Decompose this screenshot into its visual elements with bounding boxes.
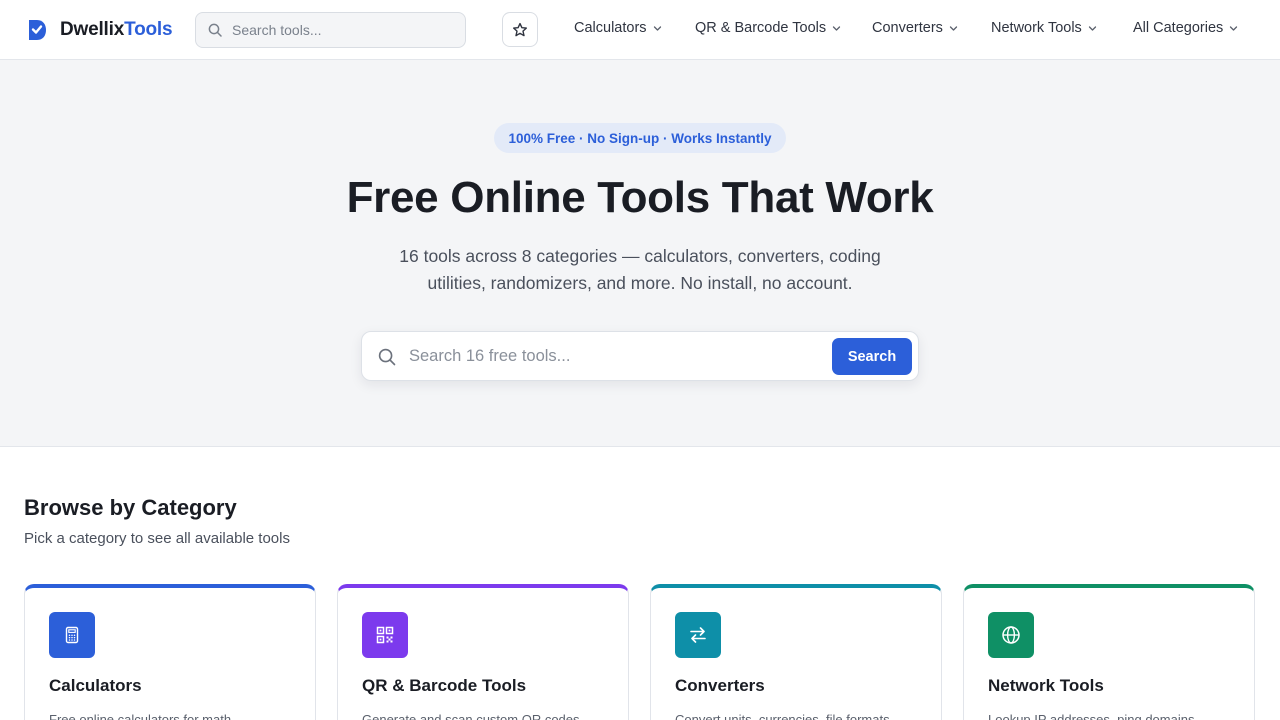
search-icon bbox=[378, 348, 396, 366]
logo-icon bbox=[29, 20, 46, 40]
nav-label: Converters bbox=[872, 20, 943, 36]
category-card-calculators[interactable]: Calculators Free online calculators for … bbox=[24, 584, 316, 720]
nav-qr-barcode-tools[interactable]: QR & Barcode Tools bbox=[695, 18, 841, 38]
logo[interactable]: DwellixTools bbox=[26, 16, 173, 44]
globe-icon bbox=[988, 612, 1034, 658]
star-icon bbox=[513, 22, 527, 36]
card-description: Free online calculators for math, bbox=[49, 712, 235, 720]
card-title: Network Tools bbox=[988, 676, 1104, 695]
card-description: Convert units, currencies, file formats bbox=[675, 712, 890, 720]
header-search-input[interactable] bbox=[232, 13, 457, 47]
nav-label: Calculators bbox=[574, 20, 647, 36]
hero-section: 100% Free · No Sign-up · Works Instantly… bbox=[0, 60, 1280, 447]
search-button[interactable]: Search bbox=[832, 338, 912, 375]
nav-label: Network Tools bbox=[991, 20, 1082, 36]
chevron-down-icon bbox=[1230, 25, 1238, 31]
card-description: Generate and scan custom QR codes bbox=[362, 712, 580, 720]
arrows-swap-icon bbox=[675, 612, 721, 658]
nav-converters[interactable]: Converters bbox=[872, 18, 958, 38]
card-description: Lookup IP addresses, ping domains bbox=[988, 712, 1195, 720]
nav-network-tools[interactable]: Network Tools bbox=[991, 18, 1097, 38]
section-title: Browse by Category bbox=[24, 495, 237, 520]
chevron-down-icon bbox=[949, 25, 958, 31]
site-header: DwellixTools Calculators QR & Barcode To… bbox=[0, 0, 1280, 60]
hero-subtitle: 16 tools across 8 categories — calculato… bbox=[399, 246, 881, 293]
logo-text-primary: Dwellix bbox=[60, 19, 125, 40]
card-title: Converters bbox=[675, 676, 765, 695]
chevron-down-icon bbox=[653, 25, 661, 31]
section-subtitle: Pick a category to see all available too… bbox=[24, 530, 290, 547]
nav-label: QR & Barcode Tools bbox=[695, 20, 827, 36]
hero-title: Free Online Tools That Work bbox=[346, 173, 934, 222]
qr-code-icon bbox=[362, 612, 408, 658]
chevron-down-icon bbox=[832, 25, 841, 31]
card-title: QR & Barcode Tools bbox=[362, 676, 527, 695]
category-card-qr-barcode[interactable]: QR & Barcode Tools Generate and scan cus… bbox=[337, 584, 629, 720]
category-card-converters[interactable]: Converters Convert units, currencies, fi… bbox=[650, 584, 942, 720]
nav-calculators[interactable]: Calculators bbox=[574, 18, 662, 38]
favorites-button[interactable] bbox=[502, 12, 538, 47]
nav-all-categories[interactable]: All Categories bbox=[1133, 18, 1238, 38]
calculator-icon bbox=[49, 612, 95, 658]
hero-search-input[interactable] bbox=[409, 332, 779, 380]
search-icon bbox=[208, 23, 222, 37]
nav-label: All Categories bbox=[1133, 20, 1224, 36]
hero-search: Search bbox=[361, 331, 919, 381]
hero-badge: 100% Free · No Sign-up · Works Instantly bbox=[494, 123, 786, 153]
header-search bbox=[195, 12, 466, 48]
logo-text-accent: Tools bbox=[124, 19, 173, 40]
category-card-network-tools[interactable]: Network Tools Lookup IP addresses, ping … bbox=[963, 584, 1255, 720]
card-title: Calculators bbox=[49, 676, 142, 695]
chevron-down-icon bbox=[1088, 25, 1096, 31]
